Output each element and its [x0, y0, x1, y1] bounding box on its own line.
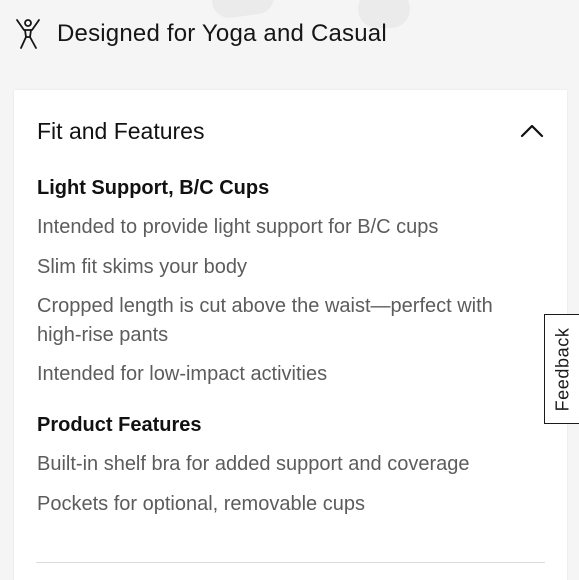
feature-section-product: Product Features Built-in shelf bra for …: [37, 411, 527, 518]
fit-and-features-accordion: Fit and Features Light Support, B/C Cups…: [14, 90, 567, 580]
divider: [36, 562, 545, 563]
chevron-up-icon[interactable]: [519, 122, 545, 140]
product-details-page: Designed for Yoga and Casual Fit and Fea…: [0, 0, 579, 580]
activity-label: Designed for Yoga and Casual: [57, 20, 387, 47]
feature-item: Intended for low-impact activities: [37, 363, 328, 385]
feedback-button[interactable]: Feedback: [544, 314, 579, 424]
feature-item: Pockets for optional, removable cups: [37, 492, 365, 515]
accordion-title: Fit and Features: [37, 117, 205, 144]
activity-tag: Designed for Yoga and Casual: [14, 16, 387, 52]
feature-section-support: Light Support, B/C Cups Intended to prov…: [37, 174, 527, 389]
feature-item: Cropped length is cut above the waist—pe…: [37, 295, 493, 346]
feature-item: Intended to provide light support for B/…: [37, 216, 439, 238]
feature-item: Built-in shelf bra for added support and…: [37, 453, 470, 475]
accordion-header[interactable]: Fit and Features: [37, 114, 545, 148]
feature-item: Slim fit skims your body: [37, 255, 248, 278]
person-stretching-icon: [14, 18, 44, 50]
feedback-label: Feedback: [552, 327, 573, 411]
section-title: Light Support, B/C Cups: [37, 177, 270, 199]
section-title: Product Features: [37, 414, 202, 436]
